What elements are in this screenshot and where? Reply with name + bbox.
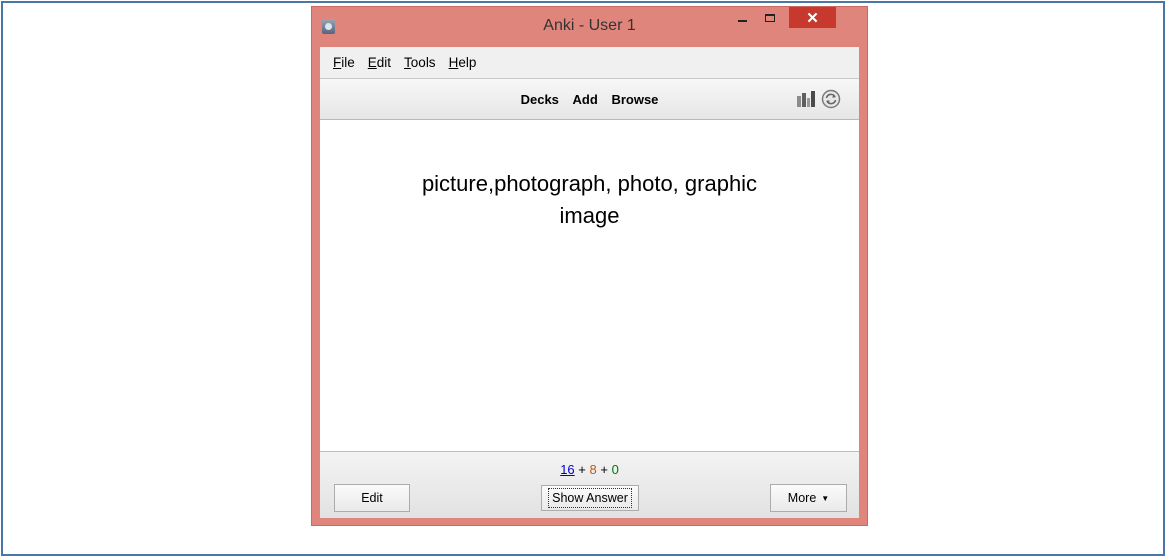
browse-link[interactable]: Browse bbox=[611, 92, 658, 107]
due-counts: 16 + 8 + 0 bbox=[320, 462, 859, 477]
dropdown-caret-icon: ▼ bbox=[821, 493, 830, 503]
show-answer-label: Show Answer bbox=[548, 488, 632, 508]
add-link[interactable]: Add bbox=[573, 92, 598, 107]
sync-icon[interactable] bbox=[821, 89, 841, 109]
count-separator: + bbox=[578, 462, 586, 477]
minimize-button[interactable] bbox=[729, 7, 755, 28]
maximize-button[interactable] bbox=[756, 7, 783, 28]
minimize-icon bbox=[737, 19, 747, 22]
count-separator: + bbox=[600, 462, 608, 477]
edit-button[interactable]: Edit bbox=[334, 484, 410, 512]
menu-tools[interactable]: Tools bbox=[404, 55, 436, 70]
maximize-icon bbox=[764, 13, 775, 22]
more-label: More bbox=[787, 491, 817, 505]
menu-bar: File Edit Tools Help bbox=[320, 47, 859, 78]
menu-file[interactable]: File bbox=[333, 55, 355, 70]
close-button[interactable]: ✕ bbox=[789, 7, 836, 28]
decks-link[interactable]: Decks bbox=[521, 92, 559, 107]
card-question: picture,photograph, photo, graphic image bbox=[320, 168, 859, 232]
main-toolbar: Decks Add Browse bbox=[320, 78, 859, 120]
learning-count: 8 bbox=[589, 462, 597, 477]
close-icon: ✕ bbox=[806, 9, 819, 27]
review-count: 0 bbox=[611, 462, 619, 477]
menu-edit[interactable]: Edit bbox=[368, 55, 391, 70]
review-bottom-bar: 16 + 8 + 0 Edit Show Answer More ▼ bbox=[320, 451, 859, 518]
more-button[interactable]: More ▼ bbox=[770, 484, 847, 512]
card-question-line-1: picture,photograph, photo, graphic bbox=[421, 171, 758, 196]
new-count[interactable]: 16 bbox=[560, 462, 574, 477]
window-title: Anki - User 1 bbox=[543, 17, 636, 34]
menu-help[interactable]: Help bbox=[449, 55, 477, 70]
card-review-area: picture,photograph, photo, graphic image bbox=[320, 120, 859, 451]
card-question-line-2: image bbox=[559, 203, 620, 228]
stats-icon[interactable] bbox=[796, 90, 816, 108]
anki-window: Anki - User 1 ✕ File Edit Tools Help Dec… bbox=[311, 6, 868, 526]
title-bar[interactable]: Anki - User 1 ✕ bbox=[312, 7, 867, 47]
show-answer-button[interactable]: Show Answer bbox=[541, 485, 639, 511]
